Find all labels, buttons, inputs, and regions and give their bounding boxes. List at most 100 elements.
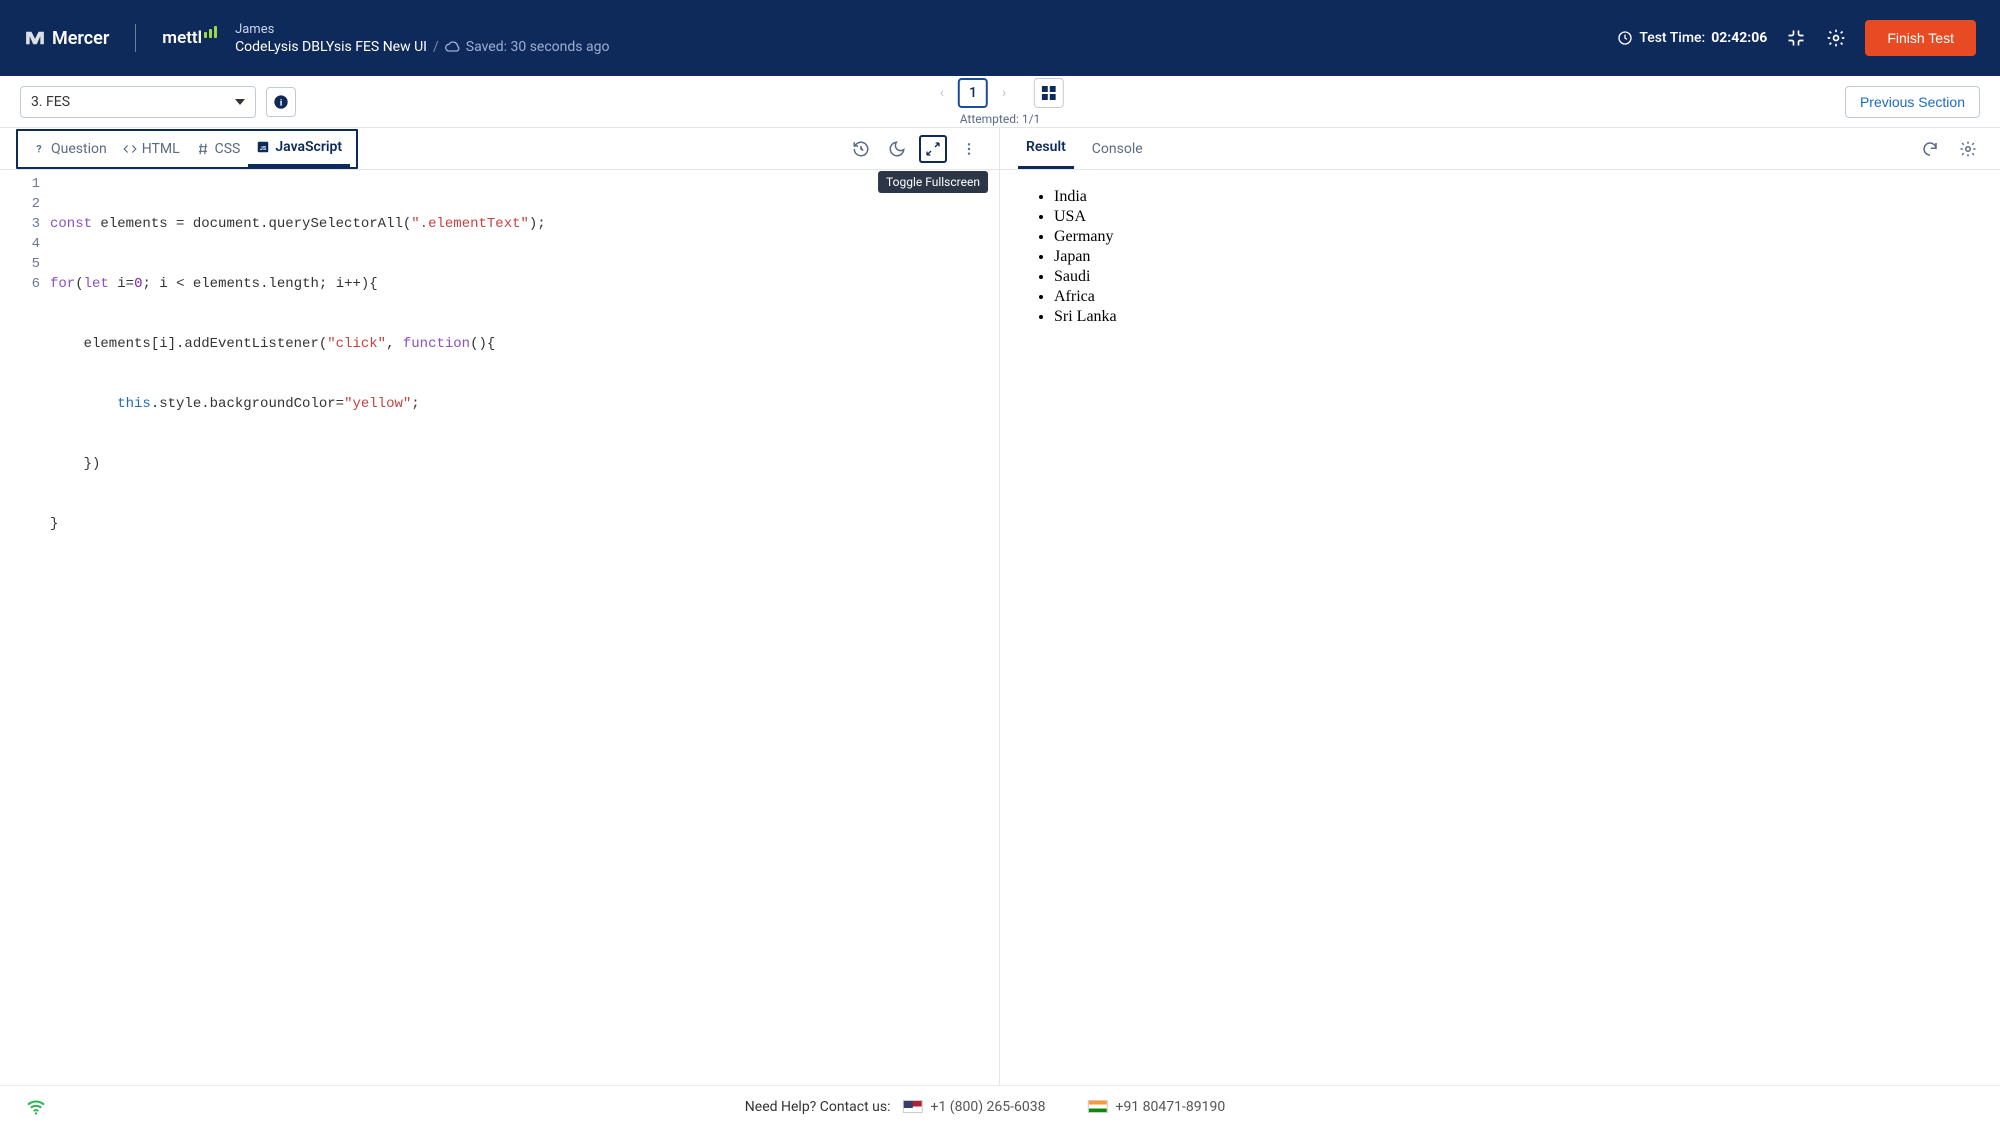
grid-view-button[interactable]: [1034, 78, 1064, 108]
line-number: 4: [0, 234, 40, 254]
india-flag-icon: [1088, 1100, 1108, 1113]
result-settings-button[interactable]: [1954, 135, 1982, 163]
saved-status: Saved: 30 seconds ago: [445, 39, 610, 55]
list-item[interactable]: Japan: [1054, 248, 1970, 266]
line-number: 3: [0, 214, 40, 234]
grid-icon: [1042, 86, 1056, 100]
saved-label: Saved: 30 seconds ago: [466, 39, 610, 55]
editor-panel: ? Question HTML CSS JS JavaScript: [0, 128, 1000, 1085]
clock-icon: [1617, 30, 1633, 46]
moon-icon: [888, 140, 906, 158]
mercer-icon: [24, 30, 46, 46]
fullscreen-button[interactable]: Toggle Fullscreen: [919, 135, 947, 163]
footer-contact: Need Help? Contact us: +1 (800) 265-6038…: [745, 1099, 1255, 1115]
mercer-logo: Mercer: [24, 28, 109, 49]
hash-icon: [196, 142, 210, 156]
help-label: Need Help? Contact us:: [745, 1099, 891, 1115]
logo-divider: [135, 24, 136, 52]
info-button[interactable]: i: [266, 87, 296, 117]
phone-us: +1 (800) 265-6038: [931, 1099, 1046, 1115]
line-number: 1: [0, 174, 40, 194]
svg-text:JS: JS: [260, 146, 267, 152]
result-content: India USA Germany Japan Saudi Africa Sri…: [1000, 170, 2000, 1085]
code-icon: [123, 142, 137, 156]
editor-tabs: ? Question HTML CSS JS JavaScript: [16, 129, 358, 169]
settings-button[interactable]: [1825, 27, 1847, 49]
tab-question[interactable]: ? Question: [24, 131, 115, 167]
tab-javascript[interactable]: JS JavaScript: [248, 131, 350, 167]
more-vertical-icon: [961, 141, 977, 157]
list-item[interactable]: India: [1054, 188, 1970, 206]
theme-button[interactable]: [883, 135, 911, 163]
expand-icon: [925, 141, 941, 157]
list-item[interactable]: Sri Lanka: [1054, 308, 1970, 326]
caret-down-icon: [235, 99, 245, 105]
fullscreen-tooltip: Toggle Fullscreen: [878, 171, 988, 193]
pager-current[interactable]: 1: [958, 78, 988, 108]
test-time-label: Test Time:: [1639, 30, 1705, 46]
mettl-bars-icon: [204, 26, 217, 38]
app-header: Mercer mettl James CodeLysis DBLYsis FES…: [0, 0, 2000, 76]
tab-question-label: Question: [51, 141, 107, 157]
previous-section-button[interactable]: Previous Section: [1845, 86, 1980, 118]
section-select-value: 3. FES: [31, 94, 70, 110]
mettl-label: mettl: [162, 28, 202, 48]
gear-icon: [1826, 28, 1846, 48]
mercer-label: Mercer: [52, 28, 109, 49]
list-item[interactable]: Germany: [1054, 228, 1970, 246]
tab-html-label: HTML: [142, 141, 180, 157]
user-name: James: [235, 22, 609, 37]
js-icon: JS: [256, 140, 270, 154]
test-time-value: 02:42:06: [1711, 30, 1767, 46]
result-list: India USA Germany Japan Saudi Africa Sri…: [1030, 188, 1970, 326]
pager: ‹ 1 › Attempted: 1/1: [936, 78, 1064, 126]
minimize-icon: [1786, 28, 1806, 48]
exit-fullscreen-button[interactable]: [1785, 27, 1807, 49]
us-flag-icon: [903, 1100, 923, 1113]
result-panel: Result Console India USA Germany Japan S…: [1000, 128, 2000, 1085]
tab-result[interactable]: Result: [1018, 128, 1074, 169]
section-select[interactable]: 3. FES: [20, 86, 256, 118]
tab-console[interactable]: Console: [1084, 128, 1151, 169]
header-right: Test Time: 02:42:06 Finish Test: [1617, 20, 1976, 56]
mettl-logo: mettl: [162, 28, 217, 48]
breadcrumb-separator: /: [433, 39, 439, 55]
info-icon: i: [273, 94, 289, 110]
subheader: 3. FES i ‹ 1 › Attempted: 1/1 Previous S…: [0, 76, 2000, 128]
attempted-label: Attempted: 1/1: [960, 112, 1041, 126]
svg-text:i: i: [280, 98, 283, 108]
question-icon: ?: [32, 142, 46, 156]
tab-css[interactable]: CSS: [188, 131, 249, 167]
tab-javascript-label: JavaScript: [275, 139, 342, 155]
code-content: const elements = document.querySelectorA…: [50, 170, 999, 1085]
editor-tabs-row: ? Question HTML CSS JS JavaScript: [0, 128, 999, 170]
list-item[interactable]: USA: [1054, 208, 1970, 226]
connection-status: [26, 1099, 46, 1115]
list-item[interactable]: Africa: [1054, 288, 1970, 306]
pager-next[interactable]: ›: [998, 81, 1010, 105]
line-number: 6: [0, 274, 40, 294]
list-item[interactable]: Saudi: [1054, 268, 1970, 286]
finish-test-button[interactable]: Finish Test: [1865, 20, 1976, 56]
contact-us: +1 (800) 265-6038: [903, 1099, 1046, 1115]
phone-in: +91 80471-89190: [1116, 1099, 1226, 1115]
gear-icon: [1959, 140, 1977, 158]
footer: Need Help? Contact us: +1 (800) 265-6038…: [0, 1085, 2000, 1127]
cloud-icon: [445, 39, 461, 55]
breadcrumb-title: CodeLysis DBLYsis FES New UI: [235, 39, 427, 55]
test-time: Test Time: 02:42:06: [1617, 30, 1767, 46]
pager-prev[interactable]: ‹: [936, 81, 948, 105]
tab-css-label: CSS: [215, 141, 241, 157]
result-toolbar: [1916, 135, 1982, 163]
contact-in: +91 80471-89190: [1088, 1099, 1226, 1115]
refresh-button[interactable]: [1916, 135, 1944, 163]
code-editor[interactable]: 1 2 3 4 5 6 const elements = document.qu…: [0, 170, 999, 1085]
more-button[interactable]: [955, 135, 983, 163]
header-info: James CodeLysis DBLYsis FES New UI / Sav…: [235, 22, 609, 55]
history-icon: [852, 140, 870, 158]
svg-text:?: ?: [36, 142, 41, 155]
refresh-icon: [1921, 140, 1939, 158]
tab-html[interactable]: HTML: [115, 131, 188, 167]
history-button[interactable]: [847, 135, 875, 163]
breadcrumb: CodeLysis DBLYsis FES New UI / Saved: 30…: [235, 39, 609, 55]
